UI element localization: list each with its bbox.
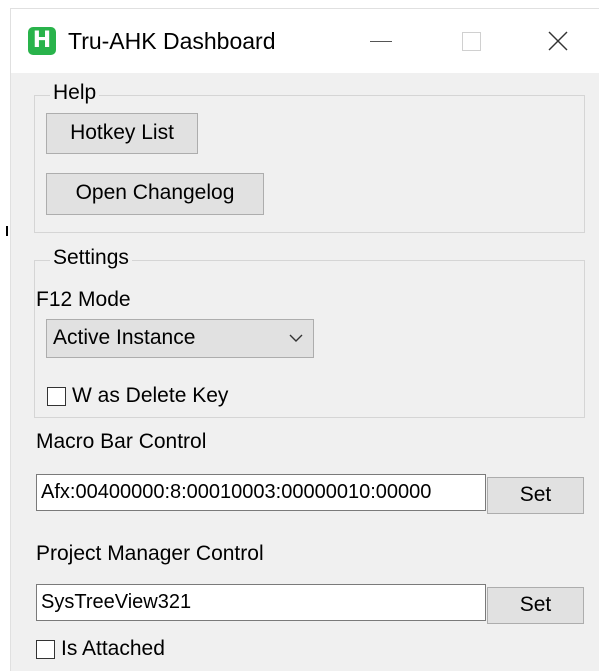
macro-bar-control-field[interactable]: Afx:00400000:8:00010003:00000010:00000 [36, 474, 486, 511]
window-title: Tru-AHK Dashboard [68, 28, 276, 54]
w-delete-label: W as Delete Key [72, 384, 229, 407]
maximize-button[interactable] [426, 9, 516, 73]
set-macro-bar-button[interactable]: Set [487, 477, 584, 514]
help-group-title: Help [50, 80, 100, 106]
minimize-button[interactable] [336, 9, 426, 73]
title-bar[interactable]: H Tru-AHK Dashboard [11, 9, 599, 73]
minimize-icon [370, 40, 392, 42]
hotkey-list-button[interactable]: Hotkey List [46, 113, 198, 154]
project-manager-control-label: Project Manager Control [36, 542, 264, 565]
close-icon [548, 31, 567, 51]
macro-bar-control-label: Macro Bar Control [36, 430, 207, 453]
settings-group-title: Settings [50, 245, 132, 271]
dashboard-window: H Tru-AHK Dashboard Help Hotkey List Ope… [11, 9, 599, 671]
edge-tick-mark [6, 226, 8, 236]
is-attached-checkbox-row[interactable]: Is Attached [36, 636, 165, 662]
open-changelog-button[interactable]: Open Changelog [46, 173, 264, 215]
w-delete-checkbox-row[interactable]: W as Delete Key [47, 383, 228, 409]
is-attached-checkbox[interactable] [36, 639, 55, 659]
f12-mode-selected-value: Active Instance [53, 326, 196, 349]
is-attached-label: Is Attached [61, 637, 165, 660]
f12-mode-label: F12 Mode [36, 288, 131, 311]
w-delete-checkbox[interactable] [47, 386, 66, 406]
app-icon: H [28, 27, 56, 55]
project-manager-control-field[interactable]: SysTreeView321 [36, 584, 486, 621]
app-icon-letter: H [32, 28, 52, 53]
chevron-down-icon [289, 334, 303, 342]
f12-mode-dropdown[interactable]: Active Instance [46, 319, 314, 358]
maximize-icon [461, 31, 481, 51]
set-project-manager-button[interactable]: Set [487, 587, 584, 624]
close-button[interactable] [516, 9, 599, 73]
